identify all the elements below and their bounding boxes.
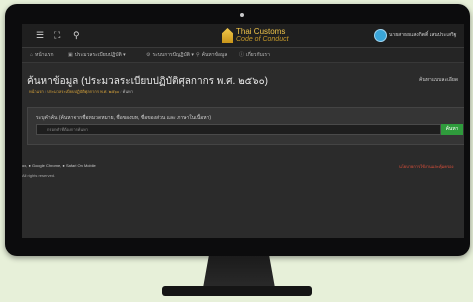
search-icon: ⚲ [196, 52, 200, 58]
nav-item-about[interactable]: ⓘ เกี่ยวกับเรา [239, 51, 270, 59]
search-button[interactable]: ค้นหา [441, 124, 463, 135]
nav-item-regulations[interactable]: ▣ ประมวลระเบียบปฏิบัติ ▾ [68, 51, 126, 59]
nav-item-label: หน้าแรก [35, 52, 54, 58]
breadcrumb-current: ค้นหา [122, 89, 133, 94]
search-panel: ระบุคำค้น (ค้นหาจากชื่อหมวดหมาย, ชื่อของ… [27, 107, 464, 145]
nav-item-search[interactable]: ⚲ ค้นหาข้อมูล [196, 51, 227, 59]
footer-browsers: ox, ● Google Chrome, ● Safari On Mobile [22, 163, 96, 168]
nav-item-home[interactable]: ⌂ หน้าแรก [30, 51, 54, 59]
footer-policy-link[interactable]: นโยบายการใช้งานและคุ้มครอง [399, 163, 453, 170]
gear-icon: ⚙ [146, 52, 151, 58]
nav-item-label: ค้นหาข้อมูล [201, 52, 228, 58]
search-icon[interactable]: ⚲ [73, 30, 80, 40]
logo-title: Thai Customs [236, 27, 286, 36]
breadcrumb-home[interactable]: หน้าแรก [29, 89, 44, 94]
avatar[interactable] [374, 29, 387, 42]
nav-item-system[interactable]: ⚙ ระบบการปัญฏิบัติ ▾ [146, 51, 194, 59]
user-name[interactable]: นายสาธยแสงกิตติ์ เสนประเสริฐ [389, 31, 457, 39]
info-icon: ⓘ [239, 52, 245, 58]
page-title: ค้นหาข้อมูล (ประมวลระเบียบปฏิบัติศุลกากร… [27, 76, 269, 87]
nav-bar: ⌂ หน้าแรก ▣ ประมวลระเบียบปฏิบัติ ▾ ⚙ ระบบกา… [22, 48, 464, 63]
monitor-base [162, 286, 312, 296]
nav-item-label: ประมวลระเบียบปฏิบัติ ▾ [74, 52, 126, 58]
nav-item-label: เกี่ยวกับเรา [246, 52, 270, 58]
search-input[interactable]: กรอกคำที่ต้องการค้นหา [36, 124, 441, 135]
logo[interactable]: Thai Customs Code of Conduct [222, 27, 302, 45]
expand-icon[interactable]: ⛶ [54, 30, 60, 40]
monitor-stand [203, 256, 275, 288]
logo-emblem-icon [222, 28, 233, 43]
home-icon: ⌂ [30, 52, 34, 58]
screen: ☰ ⛶ ⚲ Thai Customs Code of Conduct นายสา… [22, 24, 464, 238]
advanced-search-link[interactable]: ค้นหาแบบละเอียด [419, 76, 458, 84]
monitor-frame: ☰ ⛶ ⚲ Thai Customs Code of Conduct นายสา… [5, 4, 470, 256]
breadcrumb-separator: / [44, 89, 47, 94]
logo-subtitle: Code of Conduct [236, 36, 289, 43]
top-bar: ☰ ⛶ ⚲ Thai Customs Code of Conduct นายสา… [22, 24, 464, 48]
breadcrumb: หน้าแรก / ประมวลระเบียบปฏิบัติศุลกากร พ.… [29, 88, 133, 95]
nav-item-label: ระบบการปัญฏิบัติ ▾ [152, 52, 194, 58]
book-icon: ▣ [68, 52, 73, 58]
search-label: ระบุคำค้น (ค้นหาจากชื่อหมวดหมาย, ชื่อของ… [36, 115, 212, 121]
footer-copyright: All rights reserved. [22, 173, 56, 178]
breadcrumb-separator: / [120, 89, 122, 94]
hamburger-icon[interactable]: ☰ [36, 30, 44, 40]
breadcrumb-regulations[interactable]: ประมวลระเบียบปฏิบัติศุลกากร พ.ศ. ๒๕๖๐ [47, 89, 119, 94]
webcam [240, 13, 244, 17]
